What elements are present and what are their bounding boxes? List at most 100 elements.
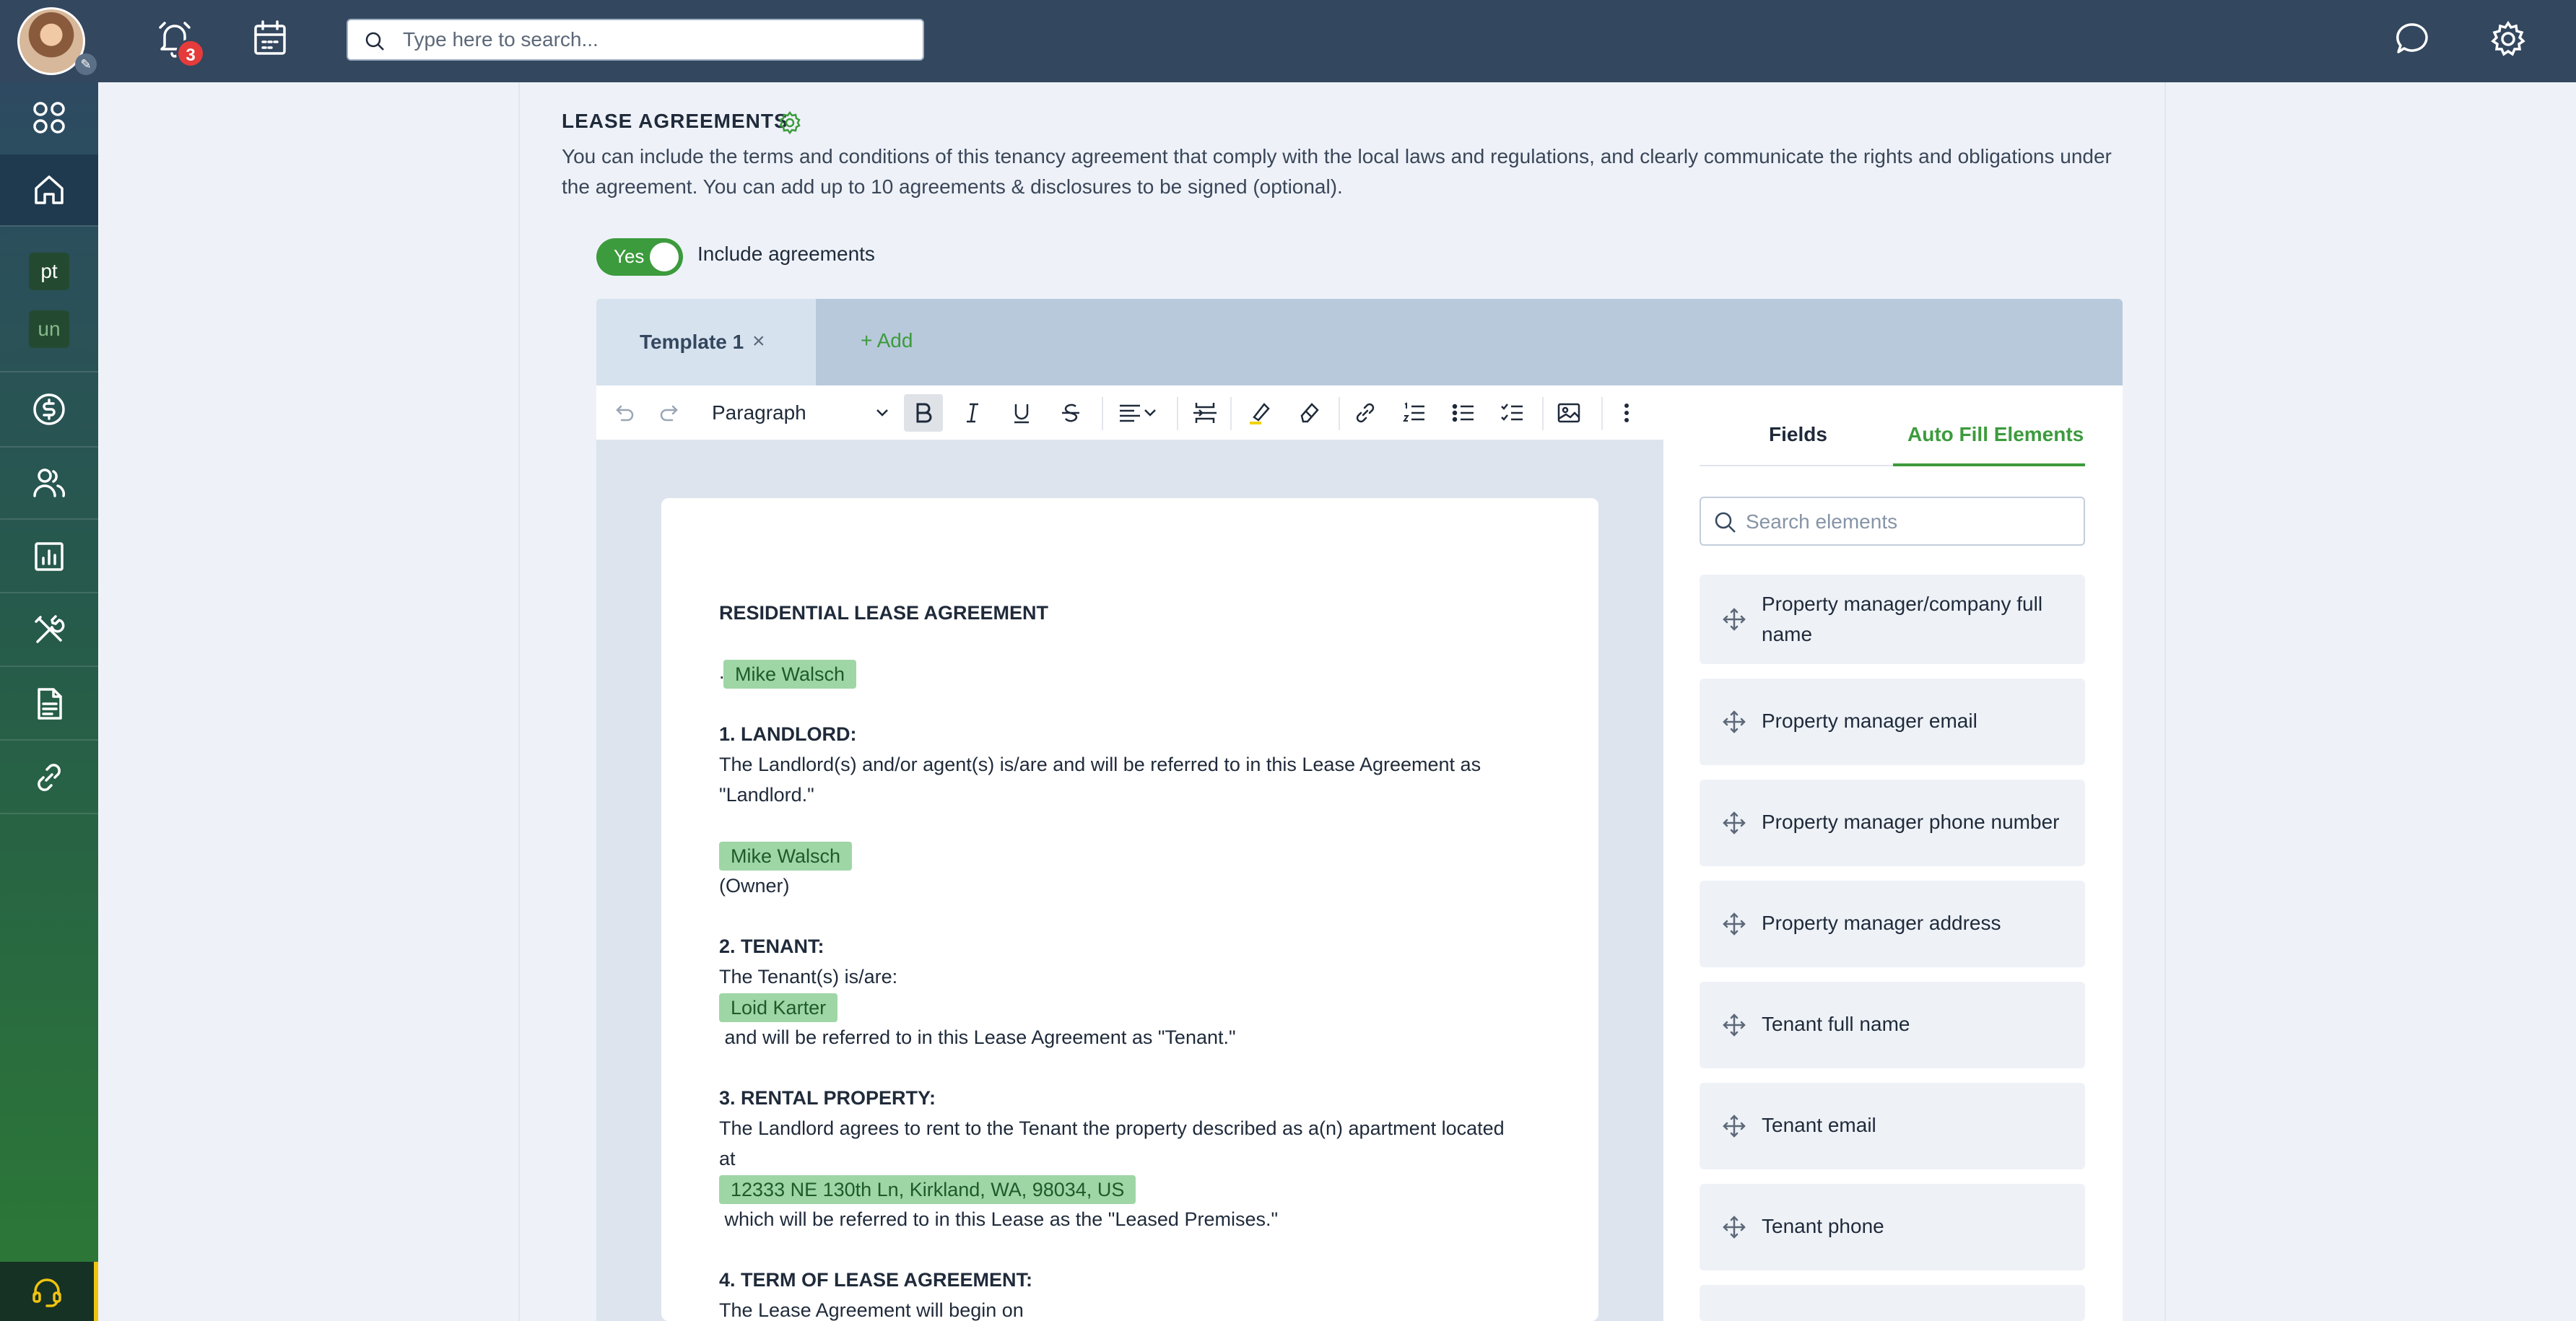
template-tabs-bar bbox=[596, 299, 2123, 385]
tab-fields[interactable]: Fields bbox=[1769, 423, 1827, 446]
tenant-text: The Tenant(s) is/are: bbox=[719, 966, 898, 988]
notification-count-badge: 3 bbox=[176, 39, 205, 68]
calendar-icon[interactable] bbox=[247, 16, 293, 62]
property-heading: 3. RENTAL PROPERTY: bbox=[719, 1087, 936, 1109]
element-label: Property manager address bbox=[1762, 912, 2001, 934]
element-item[interactable]: Tenant phone bbox=[1700, 1184, 2085, 1270]
global-search-input[interactable] bbox=[403, 26, 908, 53]
element-item[interactable]: Property manager/company full name bbox=[1700, 575, 2085, 664]
property-text-1: The Landlord agrees to rent to the Tenan… bbox=[719, 1117, 1505, 1139]
drag-handle-icon bbox=[1723, 710, 1746, 733]
landlord-text-2: "Landlord." bbox=[719, 784, 814, 806]
toggle-knob bbox=[650, 243, 679, 271]
section-settings-gear-icon[interactable] bbox=[777, 110, 803, 139]
sidebar-item-maintenance[interactable] bbox=[0, 595, 98, 666]
add-template-button[interactable]: + Add bbox=[861, 329, 913, 352]
sidebar-chip-un[interactable]: un bbox=[29, 310, 69, 348]
auto-fill-pill-manager[interactable]: Mike Walsch bbox=[723, 660, 857, 689]
term-heading: 4. TERM OF LEASE AGREEMENT: bbox=[719, 1269, 1033, 1291]
top-bar: ✎ 3 bbox=[0, 0, 2576, 82]
elements-search[interactable] bbox=[1700, 497, 2085, 546]
drag-handle-icon bbox=[1723, 811, 1746, 834]
sidebar-item-apps[interactable] bbox=[0, 82, 98, 153]
underline-icon[interactable] bbox=[1002, 394, 1041, 432]
search-icon bbox=[1715, 512, 1736, 533]
sidebar: pt un bbox=[0, 82, 98, 1321]
italic-icon[interactable] bbox=[953, 394, 992, 432]
drag-handle-icon bbox=[1723, 1115, 1746, 1138]
section-title: LEASE AGREEMENTS bbox=[562, 110, 788, 132]
doc-title: RESIDENTIAL LEASE AGREEMENT bbox=[719, 602, 1049, 624]
dollar-circle-icon bbox=[33, 393, 65, 425]
element-label: Property manager/company full name bbox=[1762, 593, 2043, 645]
chat-icon[interactable] bbox=[2390, 16, 2436, 62]
insert-image-icon[interactable] bbox=[1549, 394, 1588, 432]
toggle-label: Include agreements bbox=[697, 243, 875, 265]
sidebar-item-links[interactable] bbox=[0, 742, 98, 813]
element-item[interactable]: Tenant full name bbox=[1700, 982, 2085, 1068]
people-icon bbox=[33, 468, 66, 497]
bold-icon[interactable] bbox=[904, 394, 943, 432]
strikethrough-icon[interactable] bbox=[1051, 394, 1090, 432]
tenant-heading: 2. TENANT: bbox=[719, 936, 824, 957]
term-text: The Lease Agreement will begin on bbox=[719, 1299, 1024, 1321]
include-agreements-toggle[interactable]: Yes bbox=[596, 238, 683, 276]
tab-auto-fill-elements[interactable]: Auto Fill Elements bbox=[1907, 423, 2084, 446]
redo-icon[interactable] bbox=[651, 394, 690, 432]
sidebar-item-people[interactable] bbox=[0, 448, 98, 518]
drag-handle-icon bbox=[1723, 1216, 1746, 1239]
checklist-icon[interactable] bbox=[1493, 394, 1532, 432]
chevron-down-icon bbox=[876, 409, 888, 417]
element-item[interactable]: Property manager email bbox=[1700, 679, 2085, 765]
auto-fill-pill-tenant[interactable]: Loid Karter bbox=[719, 993, 838, 1022]
drag-handle-icon bbox=[1723, 608, 1746, 631]
home-icon bbox=[35, 175, 64, 204]
landlord-heading: 1. LANDLORD: bbox=[719, 723, 857, 745]
element-item[interactable]: Tenant email bbox=[1700, 1083, 2085, 1169]
numbered-list-icon[interactable] bbox=[1395, 394, 1434, 432]
tools-icon bbox=[35, 615, 65, 643]
sidebar-chip-pt[interactable]: pt bbox=[29, 253, 69, 290]
element-label: Property manager email bbox=[1762, 710, 1977, 732]
sidebar-item-home[interactable] bbox=[0, 154, 98, 225]
auto-fill-pill-address[interactable]: 12333 NE 130th Ln, Kirkland, WA, 98034, … bbox=[719, 1175, 1136, 1204]
paragraph-style-value: Paragraph bbox=[712, 401, 806, 424]
bar-chart-icon bbox=[35, 542, 64, 571]
element-item[interactable]: Property manager phone number bbox=[1700, 780, 2085, 866]
sidebar-item-documents[interactable] bbox=[0, 668, 98, 739]
undo-icon[interactable] bbox=[604, 394, 643, 432]
page-break-icon[interactable] bbox=[1185, 394, 1224, 432]
auto-fill-pill-landlord[interactable]: Mike Walsch bbox=[719, 842, 853, 871]
editor-toolbar: Paragraph bbox=[596, 385, 1663, 440]
more-options-icon[interactable] bbox=[1607, 394, 1646, 432]
drag-handle-icon bbox=[1723, 1013, 1746, 1037]
tab-template-1-label: Template 1 bbox=[640, 331, 744, 353]
sidebar-item-accounting[interactable] bbox=[0, 374, 98, 445]
owner-text: (Owner) bbox=[719, 875, 790, 897]
element-item[interactable]: Property manager address bbox=[1700, 881, 2085, 967]
headset-icon bbox=[32, 1278, 61, 1307]
eraser-icon[interactable] bbox=[1289, 394, 1328, 432]
element-label: Tenant phone bbox=[1762, 1215, 1884, 1237]
tab-close-icon[interactable]: × bbox=[752, 329, 765, 354]
landlord-text-1: The Landlord(s) and/or agent(s) is/are a… bbox=[719, 754, 1481, 775]
paragraph-style-select[interactable]: Paragraph bbox=[712, 394, 892, 432]
sidebar-item-reports[interactable] bbox=[0, 521, 98, 592]
insert-link-icon[interactable] bbox=[1346, 394, 1385, 432]
element-item[interactable] bbox=[1700, 1285, 2085, 1321]
align-dropdown-chevron-icon[interactable] bbox=[1139, 394, 1161, 432]
avatar-pin-icon: ✎ bbox=[75, 53, 97, 75]
element-label: Property manager phone number bbox=[1762, 811, 2060, 833]
settings-gear-icon[interactable] bbox=[2485, 16, 2531, 62]
support-button[interactable] bbox=[0, 1262, 98, 1321]
bulleted-list-icon[interactable] bbox=[1444, 394, 1483, 432]
property-text-3: which will be referred to in this Lease … bbox=[719, 1208, 1279, 1230]
section-description: You can include the terms and conditions… bbox=[562, 145, 2112, 198]
global-search[interactable] bbox=[347, 19, 924, 61]
tenant-text-2: and will be referred to in this Lease Ag… bbox=[719, 1026, 1236, 1048]
element-label: Tenant email bbox=[1762, 1114, 1876, 1136]
property-text-2: at bbox=[719, 1148, 736, 1169]
highlight-marker-icon[interactable] bbox=[1240, 394, 1279, 432]
toggle-value: Yes bbox=[614, 245, 645, 267]
elements-search-input[interactable] bbox=[1746, 508, 2071, 536]
